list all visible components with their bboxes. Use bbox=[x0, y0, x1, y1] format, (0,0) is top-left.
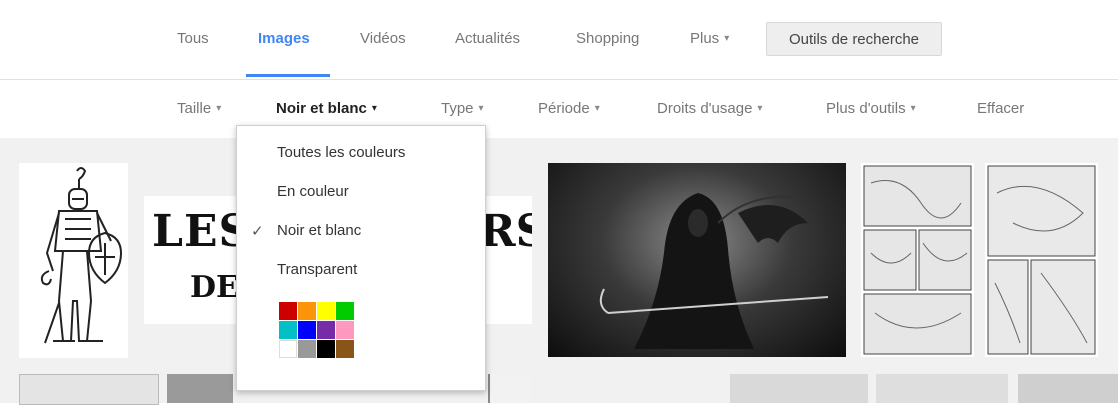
image-result[interactable] bbox=[488, 374, 530, 403]
manga-page-image bbox=[987, 165, 1096, 355]
tool-more-tools-label: Plus d'outils bbox=[826, 100, 906, 117]
color-swatch[interactable] bbox=[298, 302, 316, 320]
chevron-down-icon: ▾ bbox=[910, 103, 916, 114]
image-result[interactable] bbox=[730, 374, 868, 403]
chevron-down-icon: ▾ bbox=[371, 103, 377, 114]
chevron-down-icon: ▾ bbox=[478, 103, 484, 114]
tab-more-label: Plus bbox=[690, 30, 720, 47]
top-nav-bar: Tous Images Vidéos Actualités Shopping P… bbox=[0, 0, 1118, 80]
image-result[interactable] bbox=[1018, 374, 1118, 403]
tool-time-label: Période bbox=[538, 100, 590, 117]
tab-more[interactable]: Plus ▾ bbox=[690, 30, 729, 47]
tool-type-label: Type bbox=[441, 100, 474, 117]
image-result[interactable] bbox=[548, 163, 846, 357]
menu-item-full-color[interactable]: En couleur bbox=[277, 183, 349, 200]
manga-page-image bbox=[863, 165, 972, 355]
tool-usage-rights-label: Droits d'usage bbox=[657, 100, 753, 117]
active-tab-indicator bbox=[246, 74, 330, 77]
image-results-grid: LES RS DE bbox=[0, 138, 1118, 405]
knight-drawing-image bbox=[40, 167, 123, 344]
menu-item-any-color[interactable]: Toutes les couleurs bbox=[277, 144, 405, 161]
chevron-down-icon: ▾ bbox=[724, 33, 730, 44]
tab-news[interactable]: Actualités bbox=[455, 30, 520, 47]
color-swatch[interactable] bbox=[336, 302, 354, 320]
tab-images[interactable]: Images bbox=[258, 30, 310, 47]
image-result[interactable] bbox=[985, 163, 1098, 357]
image-result[interactable] bbox=[876, 374, 1008, 403]
image-result[interactable] bbox=[19, 374, 159, 405]
checkmark-icon: ✓ bbox=[251, 223, 264, 240]
tool-size-label: Taille bbox=[177, 100, 212, 117]
tool-color[interactable]: Noir et blanc ▾ bbox=[276, 100, 377, 117]
tab-shopping[interactable]: Shopping bbox=[576, 30, 639, 47]
tool-color-label: Noir et blanc bbox=[276, 100, 367, 117]
tool-more-tools[interactable]: Plus d'outils ▾ bbox=[826, 100, 916, 117]
color-swatch[interactable] bbox=[336, 321, 354, 339]
color-swatch[interactable] bbox=[317, 302, 335, 320]
color-swatch[interactable] bbox=[317, 340, 335, 358]
image-result[interactable] bbox=[167, 374, 233, 403]
tool-time[interactable]: Période ▾ bbox=[538, 100, 600, 117]
image-result[interactable] bbox=[19, 163, 128, 358]
color-swatch[interactable] bbox=[298, 321, 316, 339]
color-swatch[interactable] bbox=[298, 340, 316, 358]
tab-videos[interactable]: Vidéos bbox=[360, 30, 406, 47]
chevron-down-icon: ▾ bbox=[757, 103, 763, 114]
logo-text-de: DE bbox=[190, 270, 239, 305]
color-swatch[interactable] bbox=[279, 340, 297, 358]
chevron-down-icon: ▾ bbox=[216, 103, 222, 114]
menu-item-black-and-white[interactable]: Noir et blanc bbox=[277, 222, 361, 239]
tab-all[interactable]: Tous bbox=[177, 30, 209, 47]
reaper-illustration-image bbox=[599, 193, 829, 349]
search-tools-button[interactable]: Outils de recherche bbox=[766, 22, 942, 56]
clear-button[interactable]: Effacer bbox=[977, 100, 1024, 117]
tool-usage-rights[interactable]: Droits d'usage ▾ bbox=[657, 100, 762, 117]
image-result[interactable] bbox=[861, 163, 974, 357]
color-swatch[interactable] bbox=[279, 302, 297, 320]
tool-type[interactable]: Type ▾ bbox=[441, 100, 484, 117]
tool-size[interactable]: Taille ▾ bbox=[177, 100, 221, 117]
color-swatch[interactable] bbox=[336, 340, 354, 358]
color-swatch[interactable] bbox=[317, 321, 335, 339]
logo-text-rs: RS bbox=[479, 206, 532, 257]
menu-item-transparent[interactable]: Transparent bbox=[277, 261, 357, 278]
color-swatch[interactable] bbox=[279, 321, 297, 339]
color-filter-dropdown: Toutes les couleurs En couleur ✓ Noir et… bbox=[236, 125, 486, 391]
search-tools-bar: Taille ▾ Noir et blanc ▾ Type ▾ Période ▾ Dr… bbox=[0, 80, 1118, 139]
chevron-down-icon: ▾ bbox=[594, 103, 600, 114]
